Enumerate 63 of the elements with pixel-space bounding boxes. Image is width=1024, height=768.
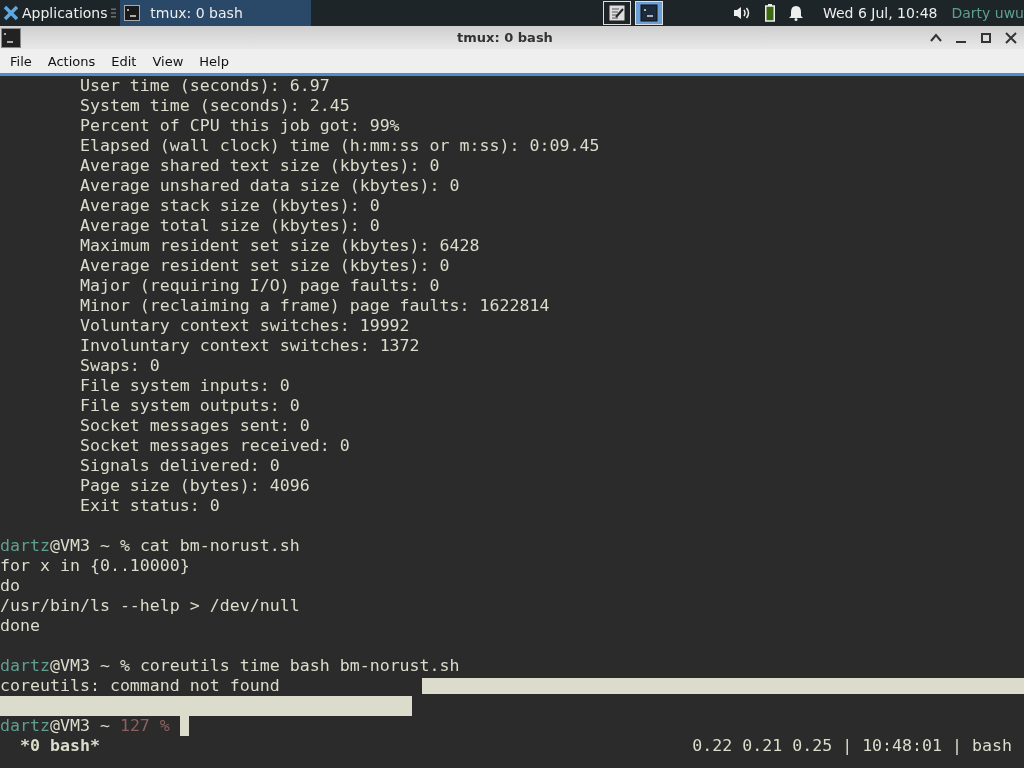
- menu-item[interactable]: View: [144, 53, 192, 69]
- output-line: User time (seconds): 6.97: [78, 76, 331, 96]
- prompt-host: @VM3 ~: [49, 536, 110, 556]
- output-line: Signals delivered: 0: [78, 456, 281, 476]
- output-line: Percent of CPU this job got: 99%: [78, 116, 401, 136]
- menu-item[interactable]: Help: [191, 53, 237, 69]
- output-line: done: [0, 616, 41, 636]
- output-line: do: [0, 576, 21, 596]
- output-line: Involuntary context switches: 1372: [78, 336, 421, 356]
- prompt-host: @VM3 ~: [49, 716, 110, 736]
- output-line: Socket messages sent: 0: [78, 416, 311, 436]
- menu-item[interactable]: File: [2, 53, 40, 69]
- prompt-host: @VM3 ~: [49, 656, 110, 676]
- tmux-window-label: *0 bash*: [18, 736, 100, 756]
- output-line: Major (requiring I/O) page faults: 0: [78, 276, 441, 296]
- output-line: System time (seconds): 2.45: [78, 96, 351, 116]
- clock[interactable]: Wed 6 Jul, 10:48: [823, 5, 938, 21]
- output-line: Page size (bytes): 4096: [78, 476, 311, 496]
- taskbar-button[interactable]: tmux: 0 bash: [120, 0, 311, 26]
- window-title: tmux: 0 bash: [456, 30, 554, 45]
- output-line: Average unshared data size (kbytes): 0: [78, 176, 461, 196]
- menu-item[interactable]: Edit: [103, 53, 145, 69]
- tmux-status-info: 0.22 0.21 0.25 | 10:48:01 | bash: [692, 736, 1013, 756]
- maximize-icon[interactable]: [979, 30, 993, 45]
- output-line: Average resident set size (kbytes): 0: [78, 256, 451, 276]
- output-line: Exit status: 0: [78, 496, 221, 516]
- command-text: cat bm-norust.sh: [139, 536, 300, 556]
- output-line: Maximum resident set size (kbytes): 6428: [78, 236, 481, 256]
- close-icon[interactable]: [1004, 30, 1018, 45]
- prompt-symbol: %: [159, 716, 170, 736]
- command-text: coreutils time bash bm-norust.sh: [139, 656, 460, 676]
- output-line: Average total size (kbytes): 0: [78, 216, 381, 236]
- terminal-icon: [1, 27, 21, 48]
- output-line: Minor (reclaiming a frame) page faults: 1622814: [78, 296, 551, 316]
- bell-icon[interactable]: [789, 5, 803, 21]
- workspace-button[interactable]: [635, 1, 663, 25]
- output-line: Average shared text size (kbytes): 0: [78, 156, 441, 176]
- text-editor-icon: [608, 4, 626, 22]
- workspace-button[interactable]: [603, 1, 631, 25]
- prompt-user: dartz: [0, 716, 50, 736]
- x-logo-icon: [3, 5, 19, 21]
- prompt-symbol: %: [119, 536, 130, 556]
- output-line: Elapsed (wall clock) time (h:mm:ss or m:ss): 0:09.45: [78, 136, 601, 156]
- menu-lines-icon: [110, 8, 117, 18]
- output-line: File system inputs: 0: [78, 376, 291, 396]
- exit-code: 127: [119, 716, 150, 736]
- volume-icon[interactable]: [733, 5, 751, 21]
- terminal-icon: [640, 4, 658, 22]
- prompt-symbol: %: [119, 656, 130, 676]
- applications-menu[interactable]: Applications: [0, 5, 108, 21]
- user-name[interactable]: Darty uwu: [951, 5, 1024, 21]
- prompt-user: dartz: [0, 656, 50, 676]
- prompt-user: dartz: [0, 536, 50, 556]
- output-line: Voluntary context switches: 19992: [78, 316, 411, 336]
- output-line: for x in {0..10000}: [0, 556, 191, 576]
- output-line: Swaps: 0: [78, 356, 161, 376]
- output-line: /usr/bin/ls --help > /dev/null: [0, 596, 301, 616]
- terminal-icon: [124, 5, 141, 21]
- output-line: File system outputs: 0: [78, 396, 301, 416]
- output-line: Socket messages received: 0: [78, 436, 351, 456]
- menu-item[interactable]: Actions: [39, 53, 104, 69]
- output-line: Average stack size (kbytes): 0: [78, 196, 381, 216]
- battery-icon[interactable]: [765, 4, 775, 22]
